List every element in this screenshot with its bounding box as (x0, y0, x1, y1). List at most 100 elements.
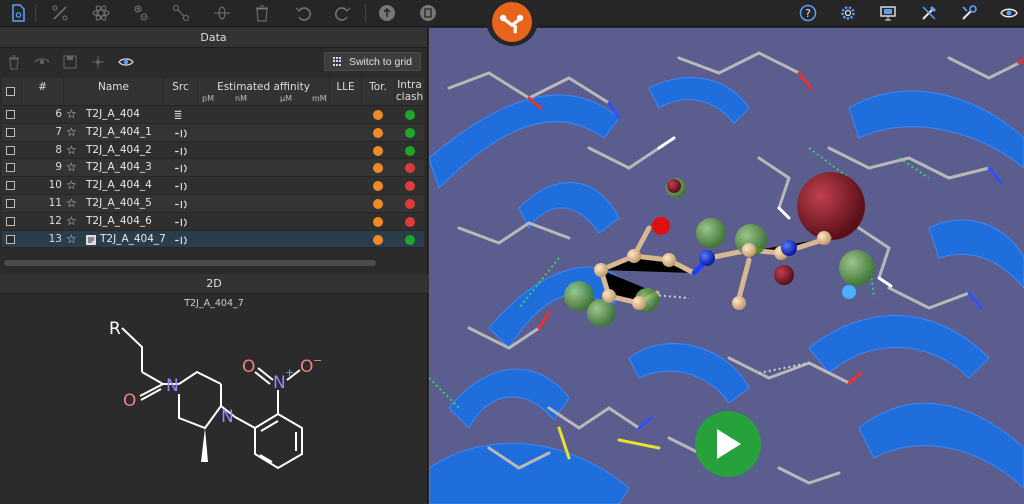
row-name: T2J_A_404_3 (86, 161, 152, 174)
table-header: # Name Src Estimated affinity pM nM µM m… (2, 78, 424, 106)
torsion-status-dot (373, 195, 383, 212)
header-lle[interactable]: LLE (330, 78, 362, 106)
header-name[interactable]: Name (64, 78, 164, 106)
row-name: T2J_A_404_7 (100, 232, 166, 245)
eye-focus-icon[interactable] (112, 51, 140, 73)
link-src-icon (174, 234, 187, 246)
bond-rotate-icon[interactable] (210, 2, 234, 24)
bond-icon[interactable] (169, 2, 193, 24)
atom-n-nitro-label: N (273, 373, 286, 393)
link-src-icon (174, 216, 187, 228)
wrench-icon[interactable] (957, 2, 981, 24)
link-src-icon (174, 127, 187, 139)
header-intra-clash[interactable]: Intra clash (395, 78, 424, 106)
scrollbar-thumb[interactable] (4, 260, 376, 266)
row-name: T2J_A_404_6 (86, 214, 152, 227)
trash-icon[interactable] (0, 51, 28, 73)
select-all-checkbox[interactable] (6, 87, 15, 96)
atom-n1-label: N (166, 376, 179, 396)
table-row[interactable]: 11 ☆ T2J_A_404_5 (2, 194, 424, 213)
sparkle-src-icon (174, 109, 182, 121)
torsion-status-dot (373, 106, 383, 123)
save-icon[interactable] (56, 51, 84, 73)
header-num[interactable]: # (22, 78, 64, 106)
visibility-icon[interactable] (28, 51, 56, 73)
atom-o-carbonyl-label: O (123, 391, 136, 411)
intra-clash-status-dot (405, 159, 415, 176)
data-toolbar: Switch to grid (0, 48, 427, 75)
row-checkbox[interactable] (6, 177, 15, 194)
row-checkbox[interactable] (6, 213, 15, 230)
table-row[interactable]: 10 ☆ T2J_A_404_4 (2, 177, 424, 195)
row-number: 10 (48, 179, 62, 192)
favorite-star-icon[interactable]: ☆ (66, 106, 77, 123)
export-icon[interactable] (416, 2, 440, 24)
table-row[interactable]: 8 ☆ T2J_A_404_2 (2, 141, 424, 160)
favorite-star-icon[interactable]: ☆ (66, 124, 77, 141)
row-name: T2J_A_404_2 (86, 143, 152, 156)
row-checkbox[interactable] (6, 231, 15, 248)
intra-clash-status-dot (405, 213, 415, 230)
row-number: 8 (55, 143, 62, 156)
row-number: 11 (48, 196, 62, 209)
settings-gear-icon[interactable] (836, 2, 860, 24)
row-name: T2J_A_404 (86, 108, 140, 120)
header-select-all[interactable] (2, 78, 22, 106)
table-body: 6 ☆ T2J_A_404 7 ☆ T2J_A_404_1 8 ☆ T2J_A_404_2 9 ☆ T… (2, 106, 424, 249)
percent-scissors-icon[interactable] (48, 2, 72, 24)
intra-clash-status-dot (405, 142, 415, 159)
table-row[interactable]: 13 ☆ T2J_A_404_7 (2, 230, 424, 249)
favorite-star-icon[interactable]: ☆ (66, 195, 77, 212)
3d-viewport[interactable] (429, 28, 1024, 504)
favorite-star-icon[interactable]: ☆ (66, 213, 77, 230)
header-tor[interactable]: Tor. (362, 78, 395, 106)
intra-clash-status-dot (405, 231, 415, 248)
notes-icon[interactable] (86, 234, 96, 245)
undo-icon[interactable] (291, 2, 315, 24)
data-panel-title: Data (0, 28, 427, 48)
intra-clash-status-dot (405, 177, 415, 194)
row-checkbox[interactable] (6, 124, 15, 141)
table-row[interactable]: 6 ☆ T2J_A_404 (2, 106, 424, 124)
tools-icon[interactable] (917, 2, 941, 24)
eye-icon[interactable] (997, 2, 1021, 24)
table-horizontal-scrollbar[interactable] (2, 259, 424, 267)
row-checkbox[interactable] (6, 195, 15, 212)
help-icon[interactable]: ? (796, 2, 820, 24)
monitor-icon[interactable] (876, 2, 900, 24)
favorite-star-icon[interactable]: ☆ (66, 231, 77, 248)
header-affinity[interactable]: Estimated affinity pM nM µM mM (198, 78, 330, 106)
molecule-name: T2J_A_404_7 (184, 298, 244, 309)
ligand-table: # Name Src Estimated affinity pM nM µM m… (2, 78, 424, 249)
atom-o-nitro2-label: O (300, 357, 313, 377)
table-row[interactable]: 7 ☆ T2J_A_404_1 (2, 123, 424, 142)
table-row[interactable]: 12 ☆ T2J_A_404_6 (2, 212, 424, 231)
add-remove-atom-icon[interactable] (129, 2, 153, 24)
favorite-star-icon[interactable]: ☆ (66, 142, 77, 159)
atom-icon[interactable] (89, 2, 113, 24)
row-number: 13 (48, 232, 62, 245)
document-icon[interactable] (6, 2, 30, 24)
atom-n2-label: N (221, 407, 234, 427)
intra-clash-status-dot (405, 195, 415, 212)
play-button[interactable] (695, 411, 761, 477)
favorite-star-icon[interactable]: ☆ (66, 177, 77, 194)
upload-icon[interactable] (375, 2, 399, 24)
atom-r-label: R (109, 319, 121, 339)
row-checkbox[interactable] (6, 142, 15, 159)
row-number: 6 (55, 108, 62, 120)
row-checkbox[interactable] (6, 159, 15, 176)
row-checkbox[interactable] (6, 106, 15, 123)
torsion-status-dot (373, 231, 383, 248)
switch-to-grid-button[interactable]: Switch to grid (323, 52, 421, 71)
atom-o-nitro1-label: O (242, 357, 255, 377)
molecule-icon[interactable] (84, 51, 112, 73)
favorite-star-icon[interactable]: ☆ (66, 159, 77, 176)
trash-icon[interactable] (250, 2, 274, 24)
switch-to-grid-label: Switch to grid (348, 55, 412, 68)
redo-icon[interactable] (331, 2, 355, 24)
link-src-icon (174, 180, 187, 192)
table-row[interactable]: 9 ☆ T2J_A_404_3 (2, 159, 424, 178)
torsion-status-dot (373, 177, 383, 194)
header-src[interactable]: Src (164, 78, 198, 106)
